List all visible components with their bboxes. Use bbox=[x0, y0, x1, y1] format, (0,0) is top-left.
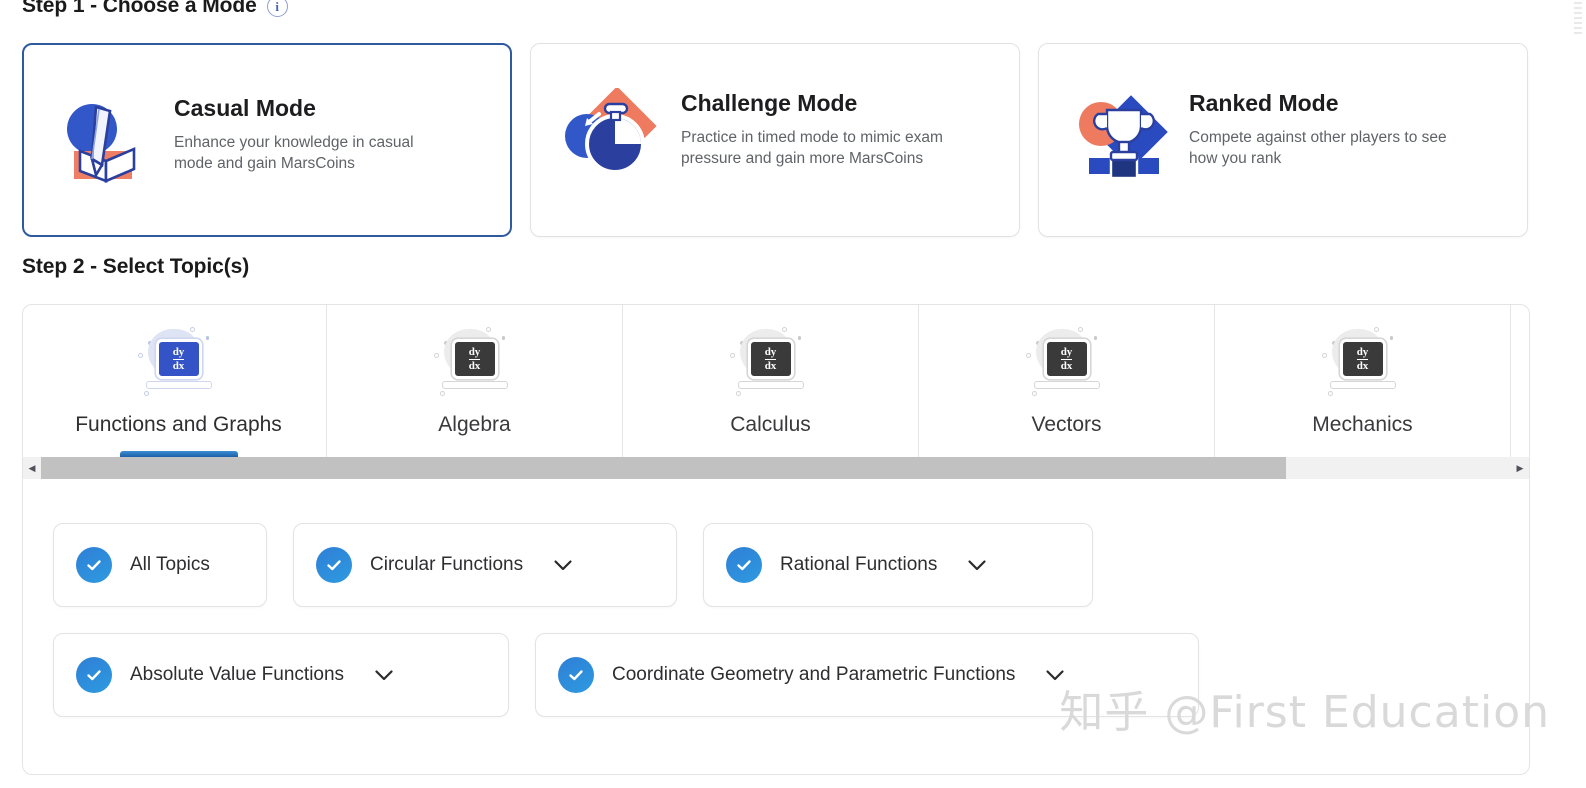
topic-pill-circular-functions[interactable]: Circular Functions bbox=[293, 523, 677, 607]
scroll-left-arrow-icon[interactable]: ◀ bbox=[23, 457, 41, 479]
mode-card-ranked-description: Compete against other players to see how… bbox=[1189, 129, 1447, 168]
checkbox-checked-icon[interactable] bbox=[726, 547, 762, 583]
chevron-down-icon[interactable] bbox=[967, 559, 987, 572]
dydx-numerator: dy bbox=[764, 345, 777, 360]
topic-pill-all-topics[interactable]: All Topics bbox=[53, 523, 267, 607]
dydx-numerator: dy bbox=[1060, 345, 1073, 360]
info-icon[interactable]: i bbox=[266, 0, 288, 17]
topic-pill-label: Coordinate Geometry and Parametric Funct… bbox=[612, 664, 1016, 685]
dydx-numerator: dy bbox=[468, 345, 481, 360]
chevron-down-icon[interactable] bbox=[1045, 669, 1065, 682]
dydx-numerator: dy bbox=[1356, 345, 1369, 360]
dydx-numerator: dy bbox=[172, 345, 185, 360]
topic-tab-algebra[interactable]: dy dx Algebra bbox=[327, 305, 623, 457]
topic-selection-panel: dy dx Functions and Graphs dy dx Algebra… bbox=[22, 304, 1530, 775]
topic-pill-label: Rational Functions bbox=[780, 554, 938, 575]
chevron-down-icon[interactable] bbox=[374, 669, 394, 682]
scrollbar-thumb[interactable] bbox=[41, 457, 1286, 479]
laptop-dydx-icon: dy dx bbox=[726, 327, 816, 403]
topic-pill-label: Absolute Value Functions bbox=[130, 664, 345, 685]
topic-tab-label: Calculus bbox=[730, 413, 811, 436]
dydx-denominator: dx bbox=[468, 359, 481, 372]
dydx-denominator: dx bbox=[172, 359, 185, 372]
mode-card-casual-text: Casual Mode Enhance your knowledge in ca… bbox=[174, 75, 436, 174]
topic-tab-label: Algebra bbox=[438, 413, 511, 436]
step-2-heading: Step 2 - Select Topic(s) bbox=[22, 255, 249, 279]
topic-pill-row-2: Absolute Value Functions Coordinate Geom… bbox=[53, 633, 1529, 717]
dydx-denominator: dx bbox=[764, 359, 777, 372]
mode-card-casual-title: Casual Mode bbox=[174, 95, 316, 121]
chevron-down-icon[interactable] bbox=[553, 559, 573, 572]
scrollbar-track[interactable] bbox=[41, 457, 1511, 479]
mode-card-ranked-text: Ranked Mode Compete against other player… bbox=[1189, 74, 1451, 169]
scroll-right-arrow-icon[interactable]: ▶ bbox=[1511, 457, 1529, 479]
topic-tab-calculus[interactable]: dy dx Calculus bbox=[623, 305, 919, 457]
page-scrollbar[interactable] bbox=[1574, 2, 1582, 36]
topic-tab-mechanics[interactable]: dy dx Mechanics bbox=[1215, 305, 1511, 457]
mode-card-casual[interactable]: Casual Mode Enhance your knowledge in ca… bbox=[22, 43, 512, 237]
topic-tabs-viewport: dy dx Functions and Graphs dy dx Algebra… bbox=[23, 305, 1529, 457]
pencil-book-icon bbox=[52, 89, 160, 193]
step-1-heading: Step 1 - Choose a Mode i bbox=[22, 0, 288, 18]
topic-tab-label: Functions and Graphs bbox=[75, 413, 282, 436]
mode-card-challenge-description: Practice in timed mode to mimic exam pre… bbox=[681, 129, 943, 168]
dydx-denominator: dx bbox=[1356, 359, 1369, 372]
mode-card-challenge[interactable]: Challenge Mode Practice in timed mode to… bbox=[530, 43, 1020, 237]
checkbox-checked-icon[interactable] bbox=[558, 657, 594, 693]
step-1-title: Step 1 - Choose a Mode bbox=[22, 0, 257, 17]
checkbox-checked-icon[interactable] bbox=[76, 547, 112, 583]
mode-card-challenge-title: Challenge Mode bbox=[681, 90, 858, 116]
mode-card-ranked-title: Ranked Mode bbox=[1189, 90, 1339, 116]
topic-pill-row-1: All Topics Circular Functions Rational F… bbox=[53, 523, 1529, 607]
mode-card-challenge-text: Challenge Mode Practice in timed mode to… bbox=[681, 74, 943, 169]
topic-pill-list: All Topics Circular Functions Rational F… bbox=[23, 479, 1529, 717]
laptop-dydx-icon: dy dx bbox=[134, 327, 224, 403]
info-icon-glyph: i bbox=[275, 0, 279, 14]
topic-pill-absolute-value-functions[interactable]: Absolute Value Functions bbox=[53, 633, 509, 717]
mode-card-casual-description: Enhance your knowledge in casual mode an… bbox=[174, 134, 414, 173]
topic-tab-vectors[interactable]: dy dx Vectors bbox=[919, 305, 1215, 457]
checkbox-checked-icon[interactable] bbox=[316, 547, 352, 583]
topic-tab-label: Mechanics bbox=[1312, 413, 1413, 436]
stopwatch-icon bbox=[559, 86, 667, 192]
mode-and-topic-selector-page: Step 1 - Choose a Mode i Casual Mode Enh… bbox=[0, 0, 1586, 788]
checkbox-checked-icon[interactable] bbox=[76, 657, 112, 693]
laptop-dydx-icon: dy dx bbox=[1318, 327, 1408, 403]
topic-tab-functions-and-graphs[interactable]: dy dx Functions and Graphs bbox=[31, 305, 327, 457]
dydx-denominator: dx bbox=[1060, 359, 1073, 372]
topic-tabs-strip: dy dx Functions and Graphs dy dx Algebra… bbox=[23, 305, 1529, 457]
step-2-title: Step 2 - Select Topic(s) bbox=[22, 255, 250, 278]
laptop-dydx-icon: dy dx bbox=[430, 327, 520, 403]
mode-card-list: Casual Mode Enhance your knowledge in ca… bbox=[22, 43, 1528, 237]
topic-pill-rational-functions[interactable]: Rational Functions bbox=[703, 523, 1093, 607]
topic-pill-coordinate-geometry-and-parametric-functions[interactable]: Coordinate Geometry and Parametric Funct… bbox=[535, 633, 1199, 717]
mode-card-ranked[interactable]: Ranked Mode Compete against other player… bbox=[1038, 43, 1528, 237]
topic-pill-label: All Topics bbox=[130, 554, 210, 575]
topic-tab-label: Vectors bbox=[1031, 413, 1102, 436]
laptop-dydx-icon: dy dx bbox=[1022, 327, 1112, 403]
trophy-icon bbox=[1067, 88, 1175, 192]
topic-pill-label: Circular Functions bbox=[370, 554, 524, 575]
topic-tabs-horizontal-scrollbar[interactable]: ◀ ▶ bbox=[23, 457, 1529, 479]
